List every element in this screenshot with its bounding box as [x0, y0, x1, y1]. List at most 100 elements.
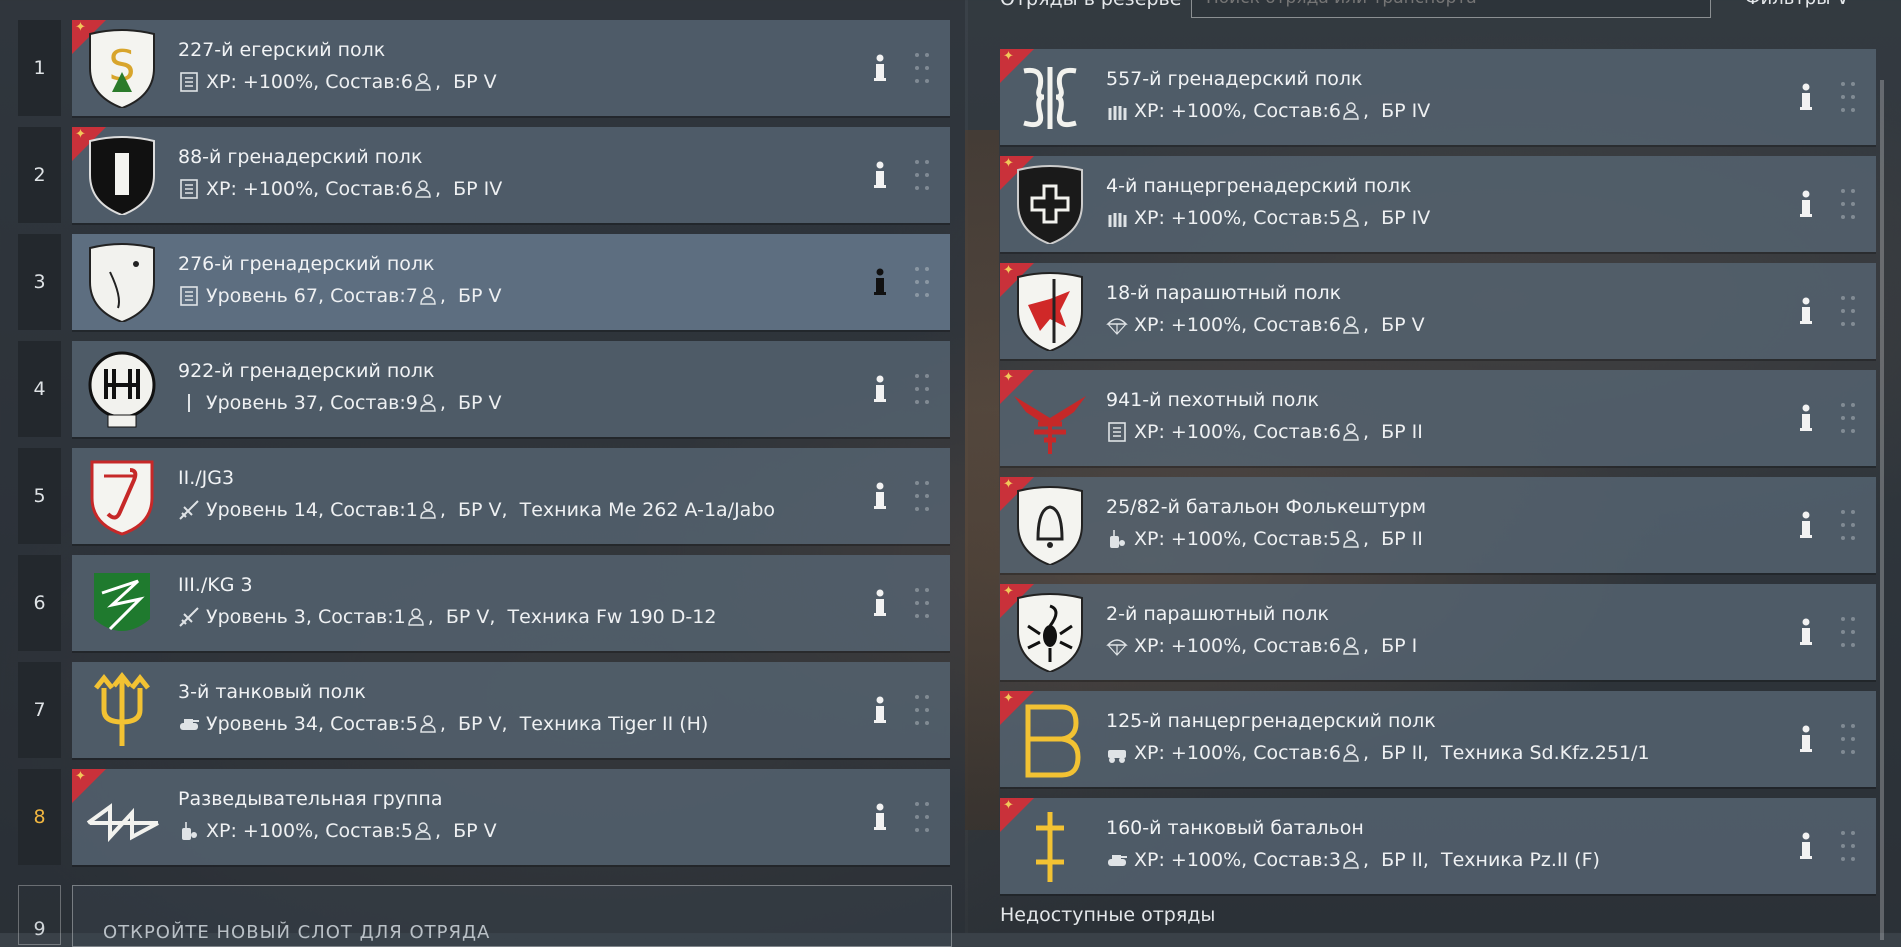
reserve-scrollbar[interactable] [1880, 80, 1884, 940]
info-icon[interactable] [1796, 81, 1816, 113]
drag-handle-icon[interactable] [1838, 79, 1858, 115]
squad-card[interactable]: ✦ 25/82-й батальон Фолькештурм XP: +100%, … [1000, 477, 1876, 573]
drag-handle-icon[interactable] [912, 478, 932, 514]
squad-card[interactable]: ✦ S 227-й егерский полк XP: +100%, Состав: 6… [72, 20, 950, 116]
info-icon[interactable] [1796, 509, 1816, 541]
knife-icon [178, 392, 200, 414]
squad-card[interactable]: ✦ 941-й пехотный полк XP: +100%, Состав: 6,… [1000, 370, 1876, 466]
person-icon [420, 501, 436, 519]
drag-handle-icon[interactable] [912, 50, 932, 86]
drag-handle-icon[interactable] [912, 371, 932, 407]
drag-handle-icon[interactable] [912, 264, 932, 300]
squad-br: БР V [457, 713, 502, 735]
squad-size-prefix: , Состав: [1241, 528, 1329, 550]
squad-level: Уровень 34 [206, 713, 318, 735]
squad-emblem-icon [1010, 57, 1090, 137]
squad-stats: XP: +100%, Состав: 3, БР II, Техника Pz.I… [1106, 849, 1600, 871]
info-icon[interactable] [870, 694, 890, 726]
squad-level: Уровень 67 [206, 285, 318, 307]
para-icon [1106, 314, 1128, 336]
squad-emblem-icon [1010, 699, 1090, 779]
list-icon [1106, 421, 1128, 443]
squad-br: БР V [453, 71, 497, 93]
radio-icon [178, 820, 200, 842]
squad-card[interactable]: ✦ 4-й панцергренадерский полк XP: +100%, С… [1000, 156, 1876, 252]
squad-card[interactable]: ✦ 88-й гренадерский полк XP: +100%, Состав… [72, 127, 950, 223]
squad-card[interactable]: II./JG3 Уровень 14, Состав: 1, БР V, Техни… [72, 448, 950, 544]
squad-card[interactable]: ✦ 557-й гренадерский полк XP: +100%, Соста… [1000, 49, 1876, 145]
halftrack-icon [1106, 742, 1128, 764]
squad-size: 5 [1328, 207, 1341, 229]
info-icon[interactable] [1796, 402, 1816, 434]
comma: , [434, 820, 454, 842]
squad-stats: XP: +100%, Состав: 6, БР II [1106, 421, 1423, 443]
squad-size-prefix: , Состав: [318, 713, 406, 735]
squad-level: XP: +100% [1134, 635, 1242, 657]
squad-vehicle: Техника Sd.Kfz.251/1 [1440, 742, 1650, 764]
squad-br: БР V [457, 285, 502, 307]
squad-emblem-icon [82, 777, 162, 857]
info-icon[interactable] [1796, 723, 1816, 755]
squad-br: БР V [457, 499, 502, 521]
drag-handle-icon[interactable] [1838, 828, 1858, 864]
info-icon[interactable] [870, 801, 890, 833]
squad-card[interactable]: ✦ 18-й парашютный полк XP: +100%, Состав: 6… [1000, 263, 1876, 359]
person-icon [1343, 637, 1359, 655]
squad-br: БР I [1381, 635, 1418, 657]
new-slot-button[interactable]: ОТКРОЙТЕ НОВЫЙ СЛОТ ДЛЯ ОТРЯДА [72, 885, 952, 947]
drag-handle-icon[interactable] [1838, 293, 1858, 329]
slot-number: 2 [18, 127, 61, 223]
squad-vehicle: Техника Fw 190 D-12 [507, 606, 717, 628]
search-input[interactable] [1191, 0, 1711, 18]
info-icon[interactable] [870, 480, 890, 512]
drag-handle-icon[interactable] [1838, 400, 1858, 436]
squad-card[interactable]: 276-й гренадерский полк Уровень 67, Соста… [72, 234, 950, 330]
info-icon[interactable] [870, 373, 890, 405]
drag-handle-icon[interactable] [1838, 186, 1858, 222]
squad-size-prefix: , Состав: [1241, 207, 1329, 229]
info-icon[interactable] [1796, 616, 1816, 648]
drag-handle-icon[interactable] [912, 799, 932, 835]
info-icon[interactable] [870, 52, 890, 84]
person-icon [1343, 316, 1359, 334]
info-icon[interactable] [870, 266, 890, 298]
squad-stats: XP: +100%, Состав: 6, БР II, Техника Sd.K… [1106, 742, 1650, 764]
squad-level: XP: +100% [1134, 207, 1242, 229]
drag-handle-icon[interactable] [1838, 614, 1858, 650]
squad-br: БР II [1381, 849, 1423, 871]
squad-level: XP: +100% [1134, 421, 1242, 443]
squad-card[interactable]: ✦ Разведывательная группа XP: +100%, Соста… [72, 769, 950, 865]
squad-stats: Уровень 67, Состав: 7, БР V [178, 285, 501, 307]
drag-handle-icon[interactable] [912, 157, 932, 193]
squad-size-prefix: , Состав: [318, 499, 406, 521]
squad-card[interactable]: 922-й гренадерский полк Уровень 37, Соста… [72, 341, 950, 437]
squad-card[interactable]: 3-й танковый полк Уровень 34, Состав: 5, Б… [72, 662, 950, 758]
squad-size-prefix: , Состав: [1241, 314, 1329, 336]
squad-size-prefix: , Состав: [1241, 849, 1329, 871]
info-icon[interactable] [870, 159, 890, 191]
info-icon[interactable] [1796, 188, 1816, 220]
drag-handle-icon[interactable] [912, 692, 932, 728]
filter-button[interactable]: Фильтры ∨ [1745, 0, 1849, 9]
squad-card[interactable]: ✦ 125-й панцергренадерский полк XP: +100%,… [1000, 691, 1876, 787]
squad-size: 6 [1328, 421, 1341, 443]
drag-handle-icon[interactable] [1838, 721, 1858, 757]
squad-size: 6 [1328, 635, 1341, 657]
squad-card[interactable]: ✦ 160-й танковый батальон XP: +100%, Соста… [1000, 798, 1876, 894]
squad-title: 276-й гренадерский полк [178, 253, 435, 275]
info-icon[interactable] [1796, 830, 1816, 862]
squad-br: БР V [1381, 314, 1425, 336]
info-icon[interactable] [870, 587, 890, 619]
person-icon [1343, 423, 1359, 441]
squad-level: XP: +100% [206, 178, 314, 200]
drag-handle-icon[interactable] [912, 585, 932, 621]
person-icon [1343, 102, 1359, 120]
squad-card[interactable]: III./KG 3 Уровень 3, Состав: 1, БР V, Техн… [72, 555, 950, 651]
comma: , [501, 499, 520, 521]
squad-level: Уровень 14 [206, 499, 318, 521]
info-icon[interactable] [1796, 295, 1816, 327]
squad-card[interactable]: ✦ 2-й парашютный полк XP: +100%, Состав: 6,… [1000, 584, 1876, 680]
squad-br: БР V [445, 606, 490, 628]
squad-emblem-icon [1010, 378, 1090, 458]
drag-handle-icon[interactable] [1838, 507, 1858, 543]
